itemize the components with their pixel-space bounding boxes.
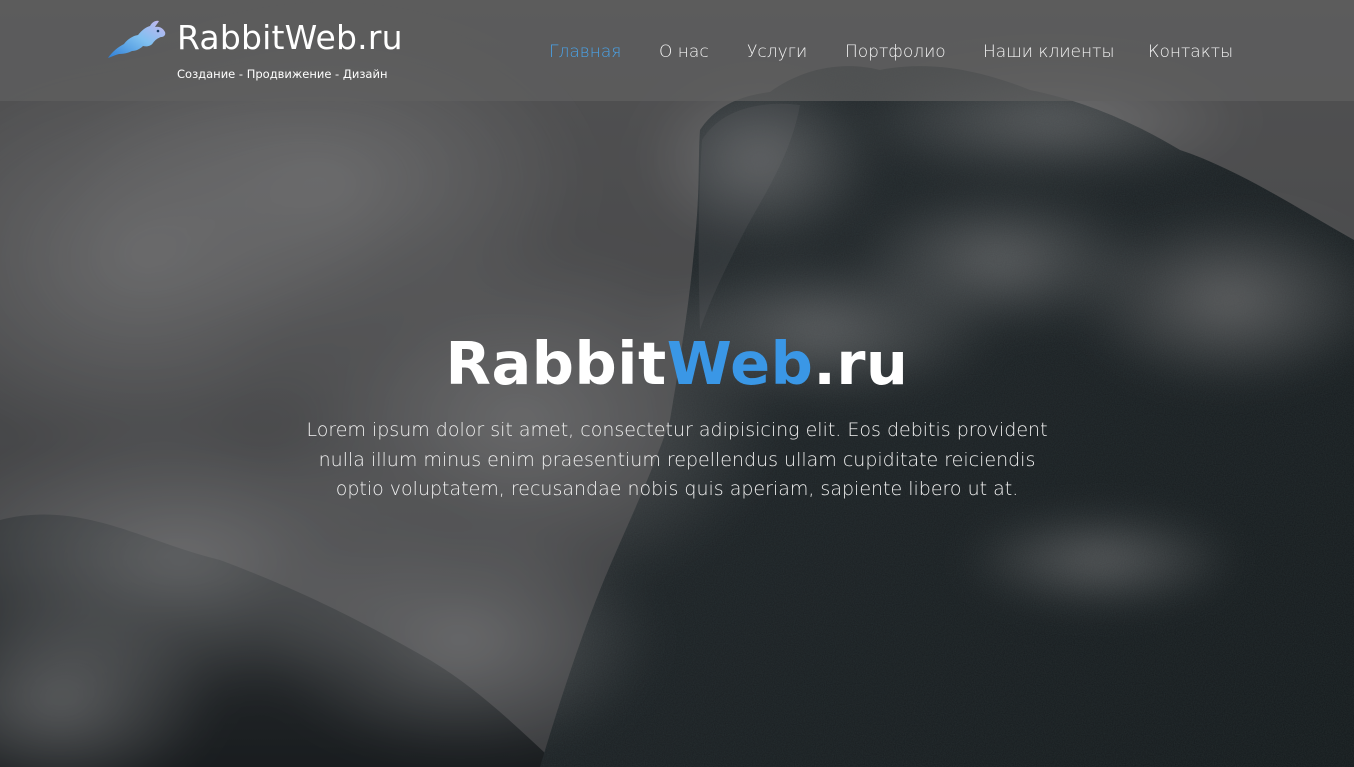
page: RabbitWeb.ru Создание - Продвижение - Ди… xyxy=(0,0,1354,767)
nav-item-about[interactable]: О нас xyxy=(659,40,709,64)
main-nav: Главная О нас Услуги Портфолио Наши клие… xyxy=(0,40,1354,64)
hero-title-domain: .ru xyxy=(813,329,909,398)
nav-item-clients[interactable]: Наши клиенты xyxy=(983,40,1114,64)
hero-title: RabbitWeb.ru xyxy=(0,326,1354,402)
hero-description: Lorem ipsum dolor sit amet, consectetur … xyxy=(306,419,1048,500)
hero-title-rabbit: Rabbit xyxy=(445,329,667,398)
logo-tagline: Создание - Продвижение - Дизайн xyxy=(177,67,388,81)
nav-item-home[interactable]: Главная xyxy=(549,40,621,64)
nav-item-services[interactable]: Услуги xyxy=(747,40,807,64)
hero-title-web: Web xyxy=(666,329,814,398)
nav-item-contacts[interactable]: Контакты xyxy=(1148,40,1233,64)
site-header: RabbitWeb.ru Создание - Продвижение - Ди… xyxy=(0,0,1354,101)
nav-item-portfolio[interactable]: Портфолио xyxy=(845,40,946,64)
